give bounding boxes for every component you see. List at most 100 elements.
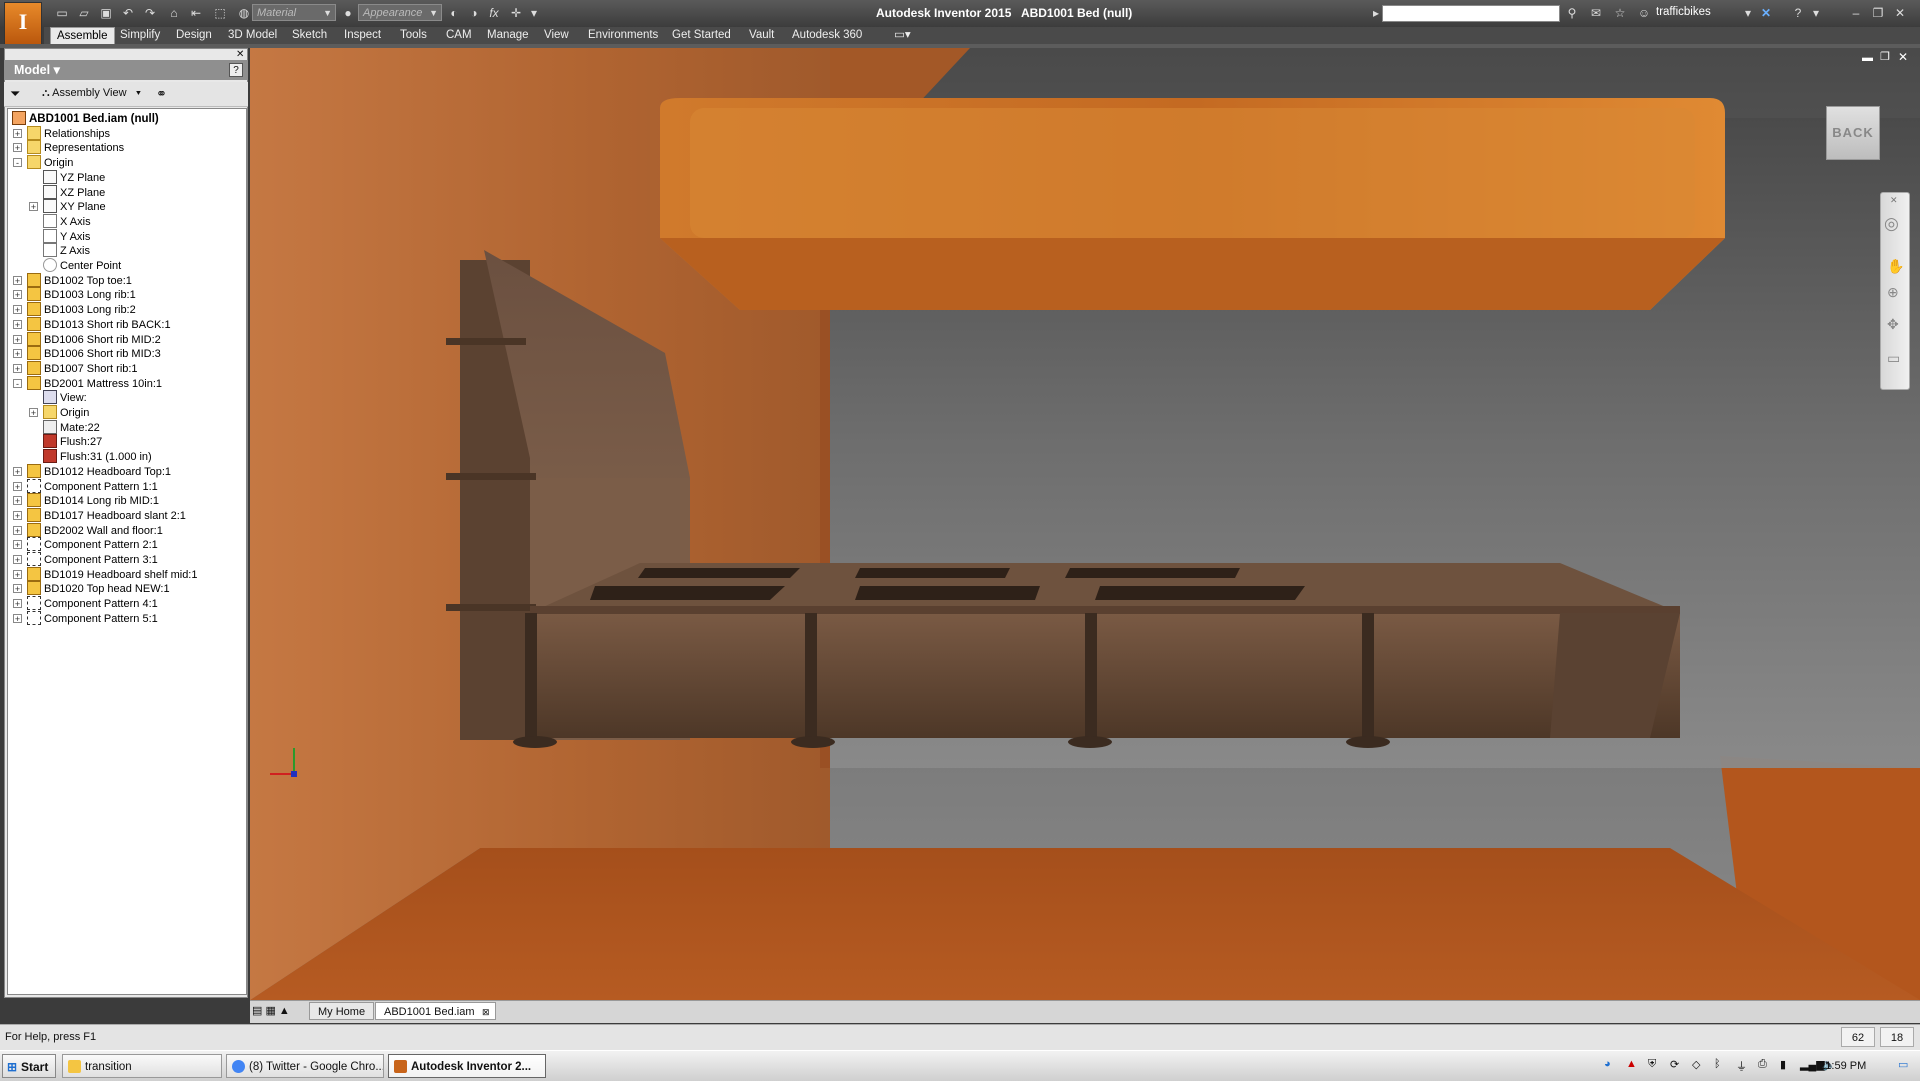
graphics-viewport[interactable]	[250, 48, 1920, 1000]
expand-icon[interactable]: +	[13, 349, 22, 359]
shield-icon[interactable]: ⛨	[1648, 1058, 1656, 1071]
expand-icon[interactable]: +	[13, 613, 22, 623]
close-window-icon[interactable]: ✕	[1892, 5, 1908, 21]
tab-inspect[interactable]: Inspect	[338, 27, 387, 44]
expand-icon[interactable]: +	[13, 481, 22, 491]
tab-3d-model[interactable]: 3D Model	[222, 27, 283, 44]
help-menu-chevron-icon[interactable]: ▾	[1808, 5, 1824, 21]
tab-environments[interactable]: Environments	[582, 27, 664, 44]
find-binoculars-icon[interactable]: ⚭	[156, 86, 167, 102]
viewcube-back[interactable]: BACK	[1826, 106, 1880, 160]
tab-tools[interactable]: Tools	[394, 27, 433, 44]
tab-simplify[interactable]: Simplify	[114, 27, 166, 44]
network-icon[interactable]: ◕	[1604, 1058, 1611, 1070]
browser-help-icon[interactable]: ?	[229, 63, 243, 77]
expand-icon[interactable]: +	[13, 525, 22, 535]
tab-get-started[interactable]: Get Started	[666, 27, 737, 44]
appearance-dropdown[interactable]: Appearance ▼	[358, 4, 442, 21]
taskbar-item-chrome[interactable]: (8) Twitter - Google Chro...	[226, 1054, 384, 1078]
expand-icon[interactable]: +	[13, 584, 22, 594]
zoom-icon[interactable]: ⊕	[1887, 284, 1899, 301]
tab-assemble[interactable]: Assemble	[50, 27, 115, 45]
expand-icon[interactable]: +	[29, 408, 38, 418]
parameters-icon[interactable]: fx	[486, 5, 502, 21]
tab-design[interactable]: Design	[170, 27, 218, 44]
tab-autodesk-360[interactable]: Autodesk 360	[786, 27, 868, 44]
close-tab-icon[interactable]: ⊠	[482, 1003, 490, 1021]
expand-icon[interactable]: +	[13, 496, 22, 506]
clear-appearance-icon[interactable]: ◑	[466, 5, 482, 21]
expand-icon[interactable]: +	[13, 569, 22, 579]
home-icon[interactable]: ⌂	[166, 5, 182, 21]
taskbar-item-inventor[interactable]: Autodesk Inventor 2...	[388, 1054, 546, 1078]
viewport-minimize-icon[interactable]: ▬	[1862, 52, 1873, 64]
expand-icon[interactable]: +	[13, 540, 22, 550]
taskbar-item-transition[interactable]: transition	[62, 1054, 222, 1078]
expand-icon[interactable]: +	[13, 555, 22, 565]
measure-icon[interactable]: ✛	[508, 5, 524, 21]
ribbon-display-toggle-icon[interactable]: ▭▾	[888, 27, 917, 44]
expand-icon[interactable]: +	[13, 275, 22, 285]
return-icon[interactable]: ⇤	[188, 5, 204, 21]
collapse-icon[interactable]: -	[13, 378, 22, 388]
show-desktop-icon[interactable]: ▭	[1898, 1058, 1908, 1071]
tile-windows-icon[interactable]: ▤ ▦ ▲	[252, 1004, 290, 1017]
close-navbar-icon[interactable]: ✕	[1890, 195, 1898, 206]
sync-icon[interactable]: ⟳	[1670, 1058, 1679, 1071]
tab-my-home[interactable]: My Home	[309, 1002, 375, 1020]
expand-icon[interactable]: +	[29, 202, 38, 212]
help-search-input[interactable]	[1382, 5, 1560, 22]
viewport-close-icon[interactable]: ✕	[1898, 50, 1908, 64]
minimize-window-icon[interactable]: –	[1848, 5, 1864, 21]
battery-icon[interactable]: ▮	[1780, 1058, 1786, 1071]
tree-node[interactable]: + Component Pattern 5:1	[13, 610, 158, 628]
steering-wheel-icon[interactable]: ◎	[1884, 214, 1899, 234]
filter-icon[interactable]: ⏷	[10, 86, 20, 102]
expand-icon[interactable]: +	[13, 466, 22, 476]
open-file-icon[interactable]: ▱	[76, 5, 92, 21]
assembly-view-dropdown[interactable]: ⛬ Assembly View ▾	[42, 87, 141, 100]
autodesk-icon[interactable]: ▲	[1626, 1058, 1637, 1070]
restore-window-icon[interactable]: ❐	[1870, 5, 1886, 21]
expand-icon[interactable]: +	[13, 128, 22, 138]
new-file-icon[interactable]: ▭	[54, 5, 70, 21]
sign-in-user[interactable]: trafficbikes	[1656, 6, 1711, 18]
communication-center-icon[interactable]: ✉	[1588, 5, 1604, 21]
expand-icon[interactable]: +	[13, 319, 22, 329]
bluetooth-icon[interactable]: ᛒ	[1714, 1058, 1721, 1070]
customize-quick-access-icon[interactable]: ▾	[526, 5, 542, 21]
dropbox-icon[interactable]: ◇	[1692, 1058, 1700, 1071]
color-override-icon[interactable]: ◍	[236, 5, 252, 21]
expand-icon[interactable]: +	[13, 510, 22, 520]
tab-cam[interactable]: CAM	[440, 27, 478, 44]
usb-icon[interactable]: ⏚	[1736, 1058, 1747, 1074]
tab-sketch[interactable]: Sketch	[286, 27, 333, 44]
adjust-appearance-icon[interactable]: ◐	[446, 5, 462, 21]
pan-hand-icon[interactable]: ✋	[1887, 258, 1904, 275]
exchange-apps-icon[interactable]: ✕	[1758, 5, 1774, 21]
expand-icon[interactable]: +	[13, 143, 22, 153]
start-button[interactable]: ⊞ Start	[2, 1054, 56, 1078]
undo-icon[interactable]: ↶	[120, 5, 136, 21]
search-binoculars-icon[interactable]: ⚲	[1564, 5, 1580, 21]
favorites-star-icon[interactable]: ☆	[1612, 5, 1628, 21]
tab-view[interactable]: View	[538, 27, 575, 44]
redo-icon[interactable]: ↷	[142, 5, 158, 21]
expand-icon[interactable]: +	[13, 334, 22, 344]
select-filter-icon[interactable]: ⬚	[212, 5, 228, 21]
save-icon[interactable]: ▣	[98, 5, 114, 21]
printer-icon[interactable]: ⎙	[1758, 1058, 1767, 1071]
collapse-icon[interactable]: -	[13, 158, 22, 168]
orbit-icon[interactable]: ✥	[1887, 316, 1899, 333]
user-menu-chevron-icon[interactable]: ▾	[1740, 5, 1756, 21]
browser-title[interactable]: Model ▾	[4, 60, 248, 80]
tab-active-document[interactable]: ABD1001 Bed.iam ⊠	[375, 1002, 496, 1020]
help-icon[interactable]: ?	[1790, 5, 1806, 21]
tab-manage[interactable]: Manage	[481, 27, 535, 44]
application-menu-button[interactable]: I	[4, 2, 42, 46]
close-browser-icon[interactable]: ✕	[236, 49, 244, 60]
viewport-restore-icon[interactable]: ❐	[1880, 50, 1890, 63]
look-at-icon[interactable]: ▭	[1887, 350, 1900, 367]
material-dropdown[interactable]: Material ▼	[252, 4, 336, 21]
expand-icon[interactable]: +	[13, 305, 22, 315]
